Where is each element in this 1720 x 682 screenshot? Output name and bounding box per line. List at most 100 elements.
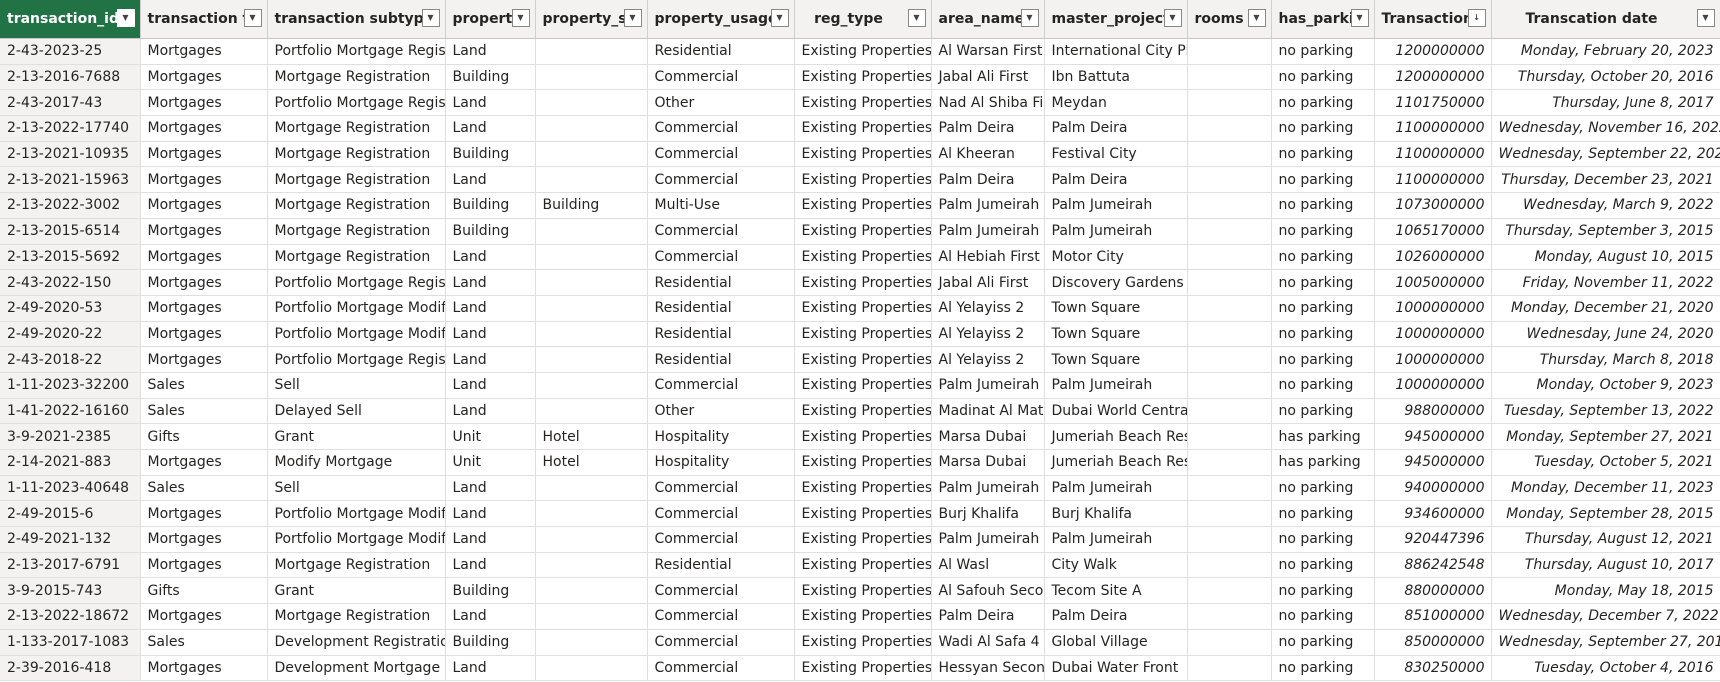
filter-dropdown-icon[interactable]: ▼ (907, 9, 926, 27)
table-row[interactable]: 1-11-2023-32200 Sales Sell Land Commercial Ex… (0, 372, 1720, 399)
table-row[interactable]: 2-13-2022-3002 Mortgages Mortgage Registra… (0, 192, 1720, 219)
cell-transaction-type: Sales (140, 398, 268, 425)
cell-property-type: Land (445, 500, 536, 528)
column-header-area-name[interactable]: area_name ▼ (931, 0, 1045, 39)
column-header-property-subtype[interactable]: property_su ▼ (535, 0, 648, 39)
column-header-property-type[interactable]: property ▼ (445, 0, 536, 39)
column-header-master-project[interactable]: master_project ▼ (1044, 0, 1188, 39)
cell-transaction-date: Wednesday, September 27, 2017 (1491, 629, 1720, 656)
cell-has-parking: no parking (1271, 269, 1375, 296)
filter-dropdown-icon[interactable]: ▼ (421, 9, 440, 27)
cell-reg-type: Existing Properties (794, 449, 932, 476)
cell-reg-type: Existing Properties (794, 398, 932, 425)
column-header-transaction-amount[interactable]: Transaction ↓ (1374, 0, 1492, 39)
table-row[interactable]: 1-133-2017-1083 Sales Development Registra… (0, 629, 1720, 656)
cell-transaction-subtype: Portfolio Mortgage Modif (267, 526, 446, 553)
cell-property-subtype (535, 115, 648, 142)
table-row[interactable]: 2-43-2023-25 Mortgages Portfolio Mortgage … (0, 38, 1720, 65)
cell-property-subtype (535, 577, 648, 605)
table-row[interactable]: 2-13-2015-6514 Mortgages Mortgage Registra… (0, 218, 1720, 245)
cell-rooms (1187, 398, 1272, 425)
table-row[interactable]: 2-13-2022-17740 Mortgages Mortgage Registr… (0, 115, 1720, 142)
table-row[interactable]: 2-49-2015-6 Mortgages Portfolio Mortgage M… (0, 500, 1720, 528)
cell-property-subtype (535, 269, 648, 296)
filter-dropdown-icon[interactable]: ▼ (1020, 9, 1039, 27)
column-header-transaction-subtype[interactable]: transaction subtype ▼ (267, 0, 446, 39)
column-header-property-usage[interactable]: property_usage ▼ (647, 0, 795, 39)
table-row[interactable]: 2-13-2021-15963 Mortgages Mortgage Registr… (0, 166, 1720, 194)
cell-property-type: Land (445, 38, 536, 65)
filter-dropdown-icon[interactable]: ▼ (1247, 9, 1266, 27)
table-row[interactable]: 2-39-2016-418 Mortgages Development Mortga… (0, 655, 1720, 682)
cell-master-project: Jumeriah Beach Resi (1044, 449, 1188, 476)
table-row[interactable]: 2-43-2017-43 Mortgages Portfolio Mortgage … (0, 89, 1720, 117)
filter-dropdown-icon[interactable]: ▼ (770, 9, 789, 27)
cell-amount: 920447396 (1374, 526, 1492, 553)
cell-amount: 1026000000 (1374, 244, 1492, 271)
cell-amount: 850000000 (1374, 629, 1492, 656)
table-row[interactable]: 2-13-2015-5692 Mortgages Mortgage Registra… (0, 244, 1720, 271)
cell-transaction-subtype: Grant (267, 423, 446, 450)
cell-amount: 940000000 (1374, 475, 1492, 502)
table-row[interactable]: 2-43-2018-22 Mortgages Portfolio Mortgage … (0, 346, 1720, 373)
table-row[interactable]: 2-49-2021-132 Mortgages Portfolio Mortgage… (0, 526, 1720, 553)
cell-master-project: Burj Khalifa (1044, 500, 1188, 528)
cell-property-usage: Residential (647, 346, 795, 373)
cell-area-name: Jabal Ali First (931, 64, 1045, 91)
column-header-has-parking[interactable]: has_parkin ▼ (1271, 0, 1375, 39)
cell-transaction-id: 2-49-2015-6 (0, 500, 141, 528)
table-row[interactable]: 1-11-2023-40648 Sales Sell Land Commercial Ex… (0, 475, 1720, 502)
cell-transaction-id: 1-41-2022-16160 (0, 398, 141, 425)
table-row[interactable]: 2-43-2022-150 Mortgages Portfolio Mortgage… (0, 269, 1720, 296)
cell-master-project: International City Ph (1044, 38, 1188, 65)
table-body: 2-43-2023-25 Mortgages Portfolio Mortgage … (0, 38, 1720, 682)
table-row[interactable]: 2-49-2020-53 Mortgages Portfolio Mortgage … (0, 295, 1720, 322)
table-row[interactable]: 2-13-2017-6791 Mortgages Mortgage Registra… (0, 552, 1720, 579)
cell-transaction-type: Mortgages (140, 526, 268, 553)
cell-area-name: Al Yelayiss 2 (931, 346, 1045, 373)
cell-property-subtype (535, 141, 648, 168)
table-row[interactable]: 3-9-2021-2385 Gifts Grant Unit Hotel Hospital… (0, 423, 1720, 450)
column-header-reg-type[interactable]: reg_type ▼ (794, 0, 932, 39)
cell-area-name: Burj Khalifa (931, 500, 1045, 528)
table-row[interactable]: 3-9-2015-743 Gifts Grant Building Commercial… (0, 577, 1720, 605)
cell-property-subtype (535, 218, 648, 245)
cell-reg-type: Existing Properties (794, 38, 932, 65)
cell-area-name: Wadi Al Safa 4 (931, 629, 1045, 656)
cell-master-project: Palm Jumeirah (1044, 192, 1188, 219)
filter-dropdown-icon[interactable]: ▼ (116, 9, 135, 27)
column-header-transaction-id[interactable]: transaction_id ▼ (0, 0, 141, 39)
table-row[interactable]: 2-13-2021-10935 Mortgages Mortgage Registr… (0, 141, 1720, 168)
cell-property-usage: Commercial (647, 577, 795, 605)
filter-dropdown-icon[interactable]: ▼ (1696, 9, 1715, 27)
table-row[interactable]: 2-14-2021-883 Mortgages Modify Mortgage Uni… (0, 449, 1720, 476)
cell-property-subtype (535, 500, 648, 528)
sort-descending-icon[interactable]: ↓ (1467, 9, 1486, 27)
cell-property-type: Land (445, 526, 536, 553)
cell-reg-type: Existing Properties (794, 603, 932, 630)
cell-property-subtype (535, 398, 648, 425)
cell-area-name: Palm Jumeirah (931, 192, 1045, 219)
cell-has-parking: no parking (1271, 295, 1375, 322)
filter-applied-icon[interactable]: ▼ (1163, 9, 1182, 27)
table-row[interactable]: 2-49-2020-22 Mortgages Portfolio Mortgage … (0, 321, 1720, 348)
cell-property-type: Building (445, 141, 536, 168)
table-row[interactable]: 2-13-2022-18672 Mortgages Mortgage Registr… (0, 603, 1720, 630)
cell-property-subtype (535, 346, 648, 373)
filter-dropdown-icon[interactable]: ▼ (243, 9, 262, 27)
cell-rooms (1187, 449, 1272, 476)
cell-has-parking: no parking (1271, 192, 1375, 219)
cell-property-type: Land (445, 295, 536, 322)
cell-property-usage: Residential (647, 269, 795, 296)
filter-dropdown-icon[interactable]: ▼ (1350, 9, 1369, 27)
table-row[interactable]: 2-13-2016-7688 Mortgages Mortgage Registra… (0, 64, 1720, 91)
filter-dropdown-icon[interactable]: ▼ (511, 9, 530, 27)
cell-transaction-date: Monday, September 27, 2021 (1491, 423, 1720, 450)
table-row[interactable]: 1-41-2022-16160 Sales Delayed Sell Land Othe… (0, 398, 1720, 425)
column-header-transaction-type[interactable]: transaction ty ▼ (140, 0, 268, 39)
column-header-rooms[interactable]: rooms ▼ (1187, 0, 1272, 39)
cell-transaction-date: Thursday, September 3, 2015 (1491, 218, 1720, 245)
filter-dropdown-icon[interactable]: ▼ (623, 9, 642, 27)
column-header-transaction-date[interactable]: Transcation date ▼ (1491, 0, 1720, 39)
cell-reg-type: Existing Properties (794, 500, 932, 528)
